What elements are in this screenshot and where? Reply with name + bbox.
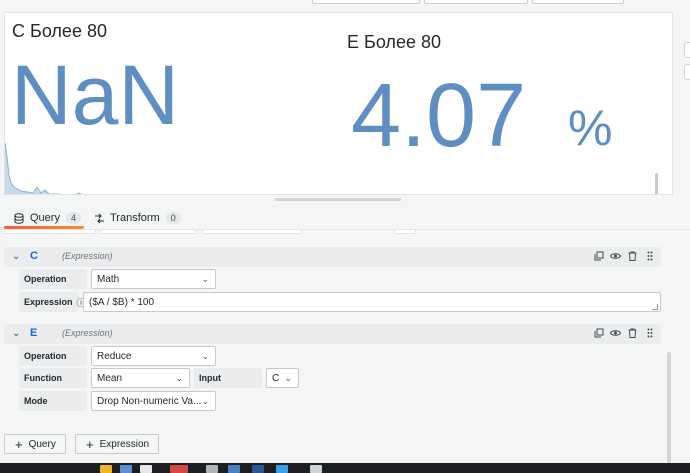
chevron-down-icon: ⌄ [175, 373, 183, 383]
top-toolbar [0, 0, 690, 6]
stat-c-title: C Более 80 [12, 21, 107, 41]
toolbar-button[interactable] [424, 0, 528, 4]
query-type: (Expression) [62, 328, 113, 338]
tab-query-label: Query [30, 212, 60, 224]
query-name[interactable]: E [30, 327, 37, 339]
app-icon[interactable] [276, 465, 288, 473]
drag-handle-icon[interactable] [644, 327, 655, 339]
operation-value: Reduce [97, 350, 132, 362]
query-header-c[interactable]: ⌄ C (Expression) [4, 247, 661, 267]
operation-value: Math [97, 273, 120, 285]
tab-transform-count: 0 [165, 212, 181, 224]
toolbar-button[interactable] [312, 0, 420, 4]
sparkline [5, 142, 83, 194]
eye-icon[interactable] [610, 327, 621, 339]
tab-transform-label: Transform [110, 212, 160, 224]
input-label: Input [194, 368, 262, 388]
add-expression-label: Expression [99, 438, 150, 450]
editor-scrollbar[interactable] [667, 352, 671, 463]
os-taskbar [0, 463, 690, 473]
toolbar-button[interactable] [532, 0, 624, 4]
expression-input[interactable]: ($A / $B) * 100 [83, 292, 661, 312]
duplicate-icon[interactable] [593, 250, 604, 262]
mode-label: Mode [19, 391, 87, 411]
app-icon[interactable] [206, 465, 218, 473]
operation-label: Operation [19, 346, 87, 366]
expression-label: Expression ⓘ [19, 292, 86, 312]
mode-value: Drop Non-numeric Va... [97, 395, 202, 407]
operation-select[interactable]: Math ⌄ [91, 269, 216, 289]
tab-transform[interactable]: Transform 0 [94, 206, 181, 230]
chevron-down-icon[interactable]: ⌄ [12, 328, 20, 339]
duplicate-icon[interactable] [593, 327, 604, 339]
resize-handle[interactable] [652, 304, 658, 310]
pane-resize-handle[interactable] [275, 198, 401, 201]
add-query-button[interactable]: + Query [4, 434, 66, 454]
side-toggle-button[interactable] [684, 64, 690, 80]
expression-value: ($A / $B) * 100 [89, 296, 155, 308]
eye-icon[interactable] [610, 250, 621, 262]
expression-label-text: Expression [24, 297, 73, 307]
trash-icon[interactable] [627, 327, 638, 339]
query-type: (Expression) [62, 251, 113, 261]
right-sidebar [676, 12, 690, 195]
browser-icon[interactable] [170, 465, 188, 473]
app-icon[interactable] [120, 465, 132, 473]
folder-icon[interactable] [100, 465, 112, 473]
function-value: Mean [97, 372, 123, 384]
side-toggle-button[interactable] [684, 42, 690, 58]
trash-icon[interactable] [627, 250, 638, 262]
app-icon[interactable] [310, 465, 322, 473]
query-name[interactable]: C [30, 250, 38, 262]
database-icon [14, 212, 24, 224]
chevron-down-icon: ⌄ [201, 274, 209, 284]
input-value: C [272, 372, 280, 384]
stat-e-value: 4.07 [351, 66, 527, 166]
app-icon[interactable] [228, 465, 240, 473]
mode-select[interactable]: Drop Non-numeric Va... ⌄ [91, 391, 216, 411]
stat-e-title: E Более 80 [347, 32, 441, 52]
query-editor: ⌄ C (Expression) Operation Math ⌄ Expres… [0, 230, 690, 463]
drag-handle-icon[interactable] [644, 250, 655, 262]
add-query-label: Query [28, 438, 56, 450]
query-header-e[interactable]: ⌄ E (Expression) [4, 324, 661, 344]
editor-tabs: Query 4 Transform 0 [0, 206, 690, 230]
chevron-down-icon: ⌄ [284, 373, 292, 383]
plus-icon: + [15, 436, 23, 452]
chevron-down-icon: ⌄ [201, 351, 209, 361]
add-expression-button[interactable]: + Expression [75, 434, 159, 454]
function-select[interactable]: Mean ⌄ [91, 368, 190, 388]
app-icon[interactable] [252, 465, 264, 473]
operation-label: Operation [19, 269, 87, 289]
input-select[interactable]: C ⌄ [266, 368, 299, 388]
tab-query-count: 4 [65, 212, 81, 224]
chevron-down-icon[interactable]: ⌄ [12, 251, 20, 262]
panel-scrollbar[interactable] [655, 173, 658, 194]
operation-select[interactable]: Reduce ⌄ [91, 346, 216, 366]
stat-e-unit: % [568, 100, 613, 156]
app-icon[interactable] [140, 465, 152, 473]
transform-icon [95, 213, 104, 223]
function-label: Function [19, 368, 87, 388]
chevron-down-icon: ⌄ [201, 396, 209, 406]
plus-icon: + [86, 436, 94, 452]
visualization-panel: C Более 80 NaN E Более 80 4.07 % [4, 12, 673, 195]
